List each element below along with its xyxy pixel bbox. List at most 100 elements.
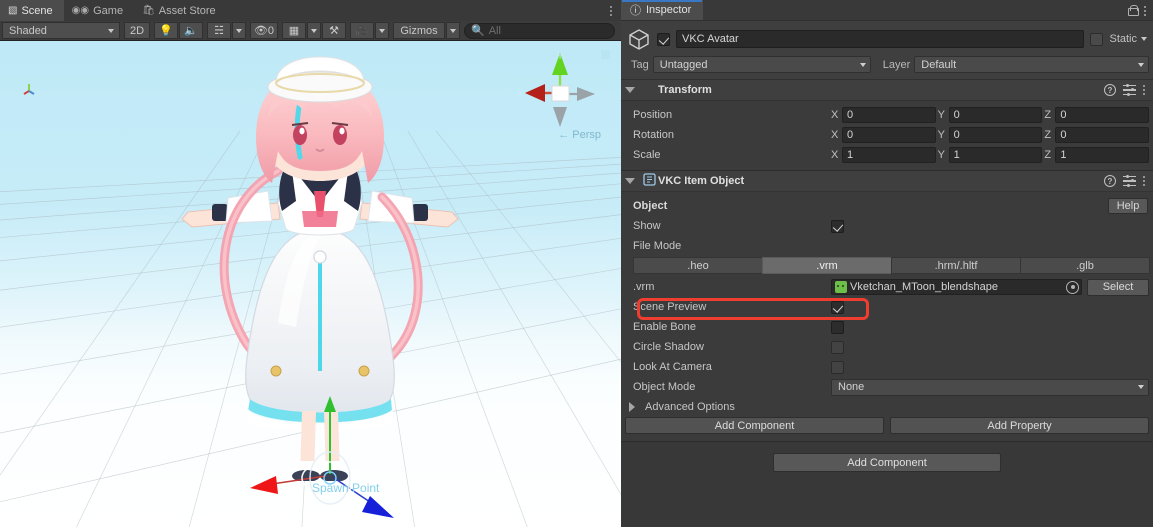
scale-y-input[interactable]: 1 — [948, 147, 1043, 163]
effects-icon[interactable]: ☵ — [207, 22, 231, 39]
rotation-x-input[interactable]: 0 — [842, 127, 936, 143]
tag-dropdown[interactable]: Untagged — [652, 56, 871, 73]
toggle-2d-button[interactable]: 2D — [124, 22, 150, 39]
hidden-objects-toggle[interactable]: 👁 0 — [250, 22, 278, 39]
advanced-options-foldout-icon[interactable] — [629, 401, 639, 412]
scale-z-input[interactable]: 1 — [1055, 147, 1150, 163]
object-section-label: Object — [633, 200, 668, 212]
camera-icon[interactable]: 🎥 — [350, 22, 374, 39]
svg-text:X: X — [517, 89, 523, 98]
vkc-foldout-icon[interactable] — [625, 178, 635, 184]
vkc-item-object-body: Object Help Show File Mode .heo .vrm .hr… — [621, 192, 1153, 441]
axis-x-label: X — [831, 149, 839, 161]
scene-viewport[interactable]: Y X ← Persp Spawn Point — [0, 41, 621, 527]
transform-header[interactable]: Transform ? — [23, 80, 1153, 101]
spawn-point-gizmo[interactable] — [210, 396, 440, 526]
search-icon: 🔍 — [471, 25, 485, 37]
scene-search-input[interactable]: 🔍 All — [464, 22, 615, 39]
asset-object-field[interactable]: Vketchan_MToon_blendshape — [831, 279, 1082, 295]
effects-dropdown-icon[interactable] — [232, 22, 246, 39]
tab-scene[interactable]: ▧ Scene — [0, 0, 64, 21]
scene-toolbar: Shaded 2D 💡 🔈 ☵ 👁 0 ▦ ⚒ 🎥 Gizmos 🔍 All — [0, 21, 621, 41]
file-mode-option-vrm[interactable]: .vrm — [762, 257, 892, 274]
scene-preview-row: Scene Preview — [621, 297, 1153, 317]
inspector-panel: ⓘ Inspector VKC Avatar Static Tag Untagg… — [23, 0, 1153, 527]
vkc-add-property-button[interactable]: Add Property — [890, 417, 1149, 434]
scene-panel: ▧ Scene ◉◉ Game 🛍 Asset Store Shaded 2D … — [0, 0, 621, 527]
vkc-item-object-header[interactable]: VKC Item Object ? — [621, 171, 1153, 192]
object-picker-icon[interactable] — [1066, 280, 1079, 294]
gameobject-enabled-checkbox[interactable] — [657, 32, 670, 46]
scale-x-input[interactable]: 1 — [842, 147, 936, 163]
transform-title: Transform — [658, 84, 712, 96]
help-button[interactable]: Help — [1108, 198, 1148, 214]
vkc-add-component-button[interactable]: Add Component — [625, 417, 884, 434]
camera-dropdown-icon[interactable] — [375, 22, 389, 39]
grid-snap-icon[interactable]: ▦ — [282, 22, 306, 39]
speaker-icon[interactable]: 🔈 — [179, 22, 203, 39]
transform-foldout-icon[interactable] — [625, 87, 635, 93]
select-button[interactable]: Select — [1087, 278, 1149, 296]
gizmos-label: Gizmos — [400, 24, 438, 37]
layer-dropdown[interactable]: Default — [914, 56, 1149, 73]
show-row: Show — [621, 216, 1153, 236]
object-mode-dropdown[interactable]: None — [831, 378, 1149, 396]
tools-icon[interactable]: ⚒ — [322, 22, 346, 39]
scene-preview-checkbox[interactable] — [831, 300, 844, 314]
asset-field-value: Vketchan_MToon_blendshape — [850, 281, 999, 293]
position-y-input[interactable]: 0 — [948, 107, 1043, 123]
file-mode-option-glb[interactable]: .glb — [1020, 257, 1150, 274]
position-x-input[interactable]: 0 — [842, 107, 936, 123]
tag-value: Untagged — [659, 58, 708, 71]
grid-snap-dropdown-icon[interactable] — [307, 22, 321, 39]
preset-icon[interactable] — [1123, 83, 1136, 96]
vkc-menu-icon[interactable] — [1143, 176, 1148, 186]
preset-icon[interactable] — [1123, 174, 1136, 187]
look-at-camera-checkbox[interactable] — [831, 360, 844, 374]
lightbulb-icon[interactable]: 💡 — [154, 22, 178, 39]
static-dropdown[interactable]: Static — [1109, 33, 1149, 45]
persp-arrow-icon: ← — [558, 129, 570, 141]
inspector-tab-bar: ⓘ Inspector — [621, 0, 1153, 21]
transform-menu-icon[interactable] — [1143, 85, 1148, 95]
unity-editor-window: ▧ Scene ◉◉ Game 🛍 Asset Store Shaded 2D … — [0, 0, 1153, 527]
axis-y-label: Y — [937, 109, 946, 121]
file-mode-row: File Mode — [621, 236, 1153, 256]
tab-scene-label: Scene — [21, 4, 53, 17]
gizmos-button[interactable]: Gizmos — [393, 22, 445, 39]
scene-tab-menu-icon[interactable] — [606, 3, 616, 18]
circle-shadow-checkbox[interactable] — [831, 340, 844, 354]
look-at-camera-label: Look At Camera — [633, 361, 712, 373]
gizmos-dropdown-icon[interactable] — [446, 22, 460, 39]
chevron-down-icon — [1141, 37, 1147, 41]
file-mode-option-heo[interactable]: .heo — [633, 257, 763, 274]
help-icon[interactable]: ? — [1104, 84, 1116, 96]
position-z-input[interactable]: 0 — [1055, 107, 1150, 123]
object-mode-value: None — [838, 381, 865, 393]
help-icon[interactable]: ? — [1104, 175, 1116, 187]
show-checkbox[interactable] — [831, 219, 844, 233]
gameobject-header: VKC Avatar Static Tag Untagged Layer Def… — [621, 21, 1153, 80]
lock-icon[interactable] — [1128, 5, 1139, 16]
gameobject-name-input[interactable]: VKC Avatar — [676, 30, 1085, 48]
look-at-camera-row: Look At Camera — [621, 357, 1153, 377]
transform-rotation-row: Rotation X 0 Y 0 Z 0 — [621, 125, 1153, 145]
axis-y-label: Y — [937, 129, 946, 141]
shading-mode-dropdown[interactable]: Shaded — [2, 22, 120, 39]
add-component-button[interactable]: Add Component — [773, 453, 1001, 472]
advanced-options-row[interactable]: Advanced Options — [621, 397, 1153, 416]
asset-field-label: .vrm — [633, 281, 655, 293]
tab-inspector[interactable]: ⓘ Inspector — [621, 0, 704, 20]
rotation-z-input[interactable]: 0 — [1055, 127, 1150, 143]
file-mode-option-hrm-hltf[interactable]: .hrm/.hltf — [891, 257, 1021, 274]
rotation-y-input[interactable]: 0 — [948, 127, 1043, 143]
tab-game[interactable]: ◉◉ Game — [64, 0, 134, 21]
enable-bone-checkbox[interactable] — [831, 320, 844, 334]
axis-z-label: Z — [1044, 129, 1052, 141]
tag-label: Tag — [631, 58, 649, 71]
scene-preview-label: Scene Preview — [633, 301, 707, 313]
inspector-menu-icon[interactable] — [1144, 5, 1149, 16]
projection-mode-label[interactable]: ← Persp — [558, 129, 601, 141]
tab-asset-store[interactable]: 🛍 Asset Store — [134, 0, 227, 21]
static-checkbox[interactable] — [1090, 32, 1104, 46]
